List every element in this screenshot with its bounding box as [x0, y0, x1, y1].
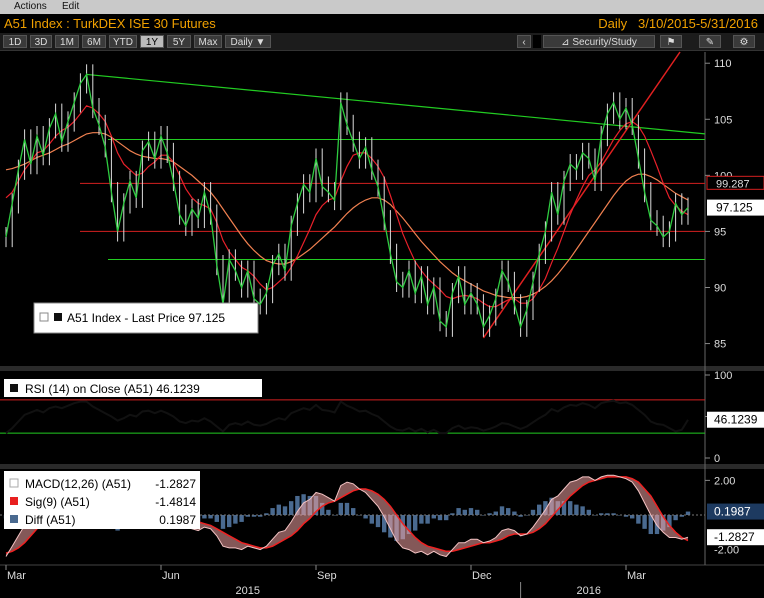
diff-legend-label: Diff (A51) [25, 513, 75, 527]
diff-bar [444, 515, 449, 521]
diff-bar [437, 515, 443, 521]
x-tick-label: Dec [472, 570, 492, 582]
diff-bar [413, 515, 418, 531]
diff-bar [326, 509, 331, 515]
diff-bar [530, 509, 536, 515]
marker-label: 99.287 [716, 178, 750, 190]
panel-separator[interactable] [0, 464, 764, 469]
diff-bar [270, 508, 275, 515]
y-tick-label: 0 [714, 453, 720, 465]
diff-bar [208, 515, 213, 519]
diff-bar [338, 502, 343, 515]
diff-bar [642, 515, 647, 529]
diff-bar [282, 506, 288, 515]
y-tick-label: 95 [714, 226, 726, 238]
diff-bar [574, 504, 579, 515]
diff-bar [468, 508, 474, 515]
diff-bar [580, 506, 585, 515]
diff-bar [512, 511, 517, 515]
macd-legend-label: MACD(12,26) (A51) [25, 477, 131, 491]
diff-bar [568, 501, 573, 515]
y-tick-label: 110 [714, 58, 732, 70]
rsi-line [5, 399, 689, 435]
diff-bar [586, 509, 591, 515]
y-tick-label: 85 [714, 339, 726, 351]
price-legend-text: A51 Index - Last Price 97.125 [67, 311, 225, 325]
diff-bar [233, 515, 238, 524]
diff-bar [369, 515, 374, 524]
last-price-label: 97.125 [716, 201, 753, 215]
macd-legend: MACD(12,26) (A51) -1.2827 Sig(9) (A51) -… [4, 471, 200, 529]
diff-bar [344, 502, 350, 515]
y-tick-label: 2.00 [714, 475, 735, 487]
diff-bar [351, 508, 356, 515]
diff-bar [375, 515, 381, 528]
legend-swatch [9, 478, 19, 488]
rsi-value-label: 46.1239 [714, 413, 758, 427]
x-year-label: 2015 [236, 585, 260, 597]
diff-bar [506, 508, 511, 515]
diff-bar [475, 509, 480, 515]
diff-bar [537, 504, 542, 515]
rsi-legend-text: RSI (14) on Close (A51) 46.1239 [25, 382, 200, 396]
diff-bar [363, 515, 368, 519]
x-tick-label: Mar [627, 570, 646, 582]
macd-legend-value: -1.2827 [155, 477, 196, 491]
diff-bar [456, 508, 461, 515]
diff-bar [220, 515, 226, 529]
diff-bar [276, 504, 281, 515]
diff-bar [630, 515, 635, 519]
diff-bar [214, 515, 219, 522]
legend-swatch [10, 515, 18, 523]
sig-legend-label: Sig(9) (A51) [25, 495, 90, 509]
y-tick-label: 105 [714, 114, 732, 126]
x-tick-label: Mar [7, 570, 26, 582]
diff-bar [202, 515, 207, 519]
diff-bar [227, 515, 232, 528]
macd-value-label: -1.2827 [714, 530, 755, 544]
diff-bar [289, 501, 294, 515]
diff-bar [636, 515, 641, 524]
sig-legend-value: -1.4814 [155, 495, 196, 509]
y-tick-label: 90 [714, 283, 726, 295]
diff-bar [685, 511, 691, 515]
diff-bar [673, 515, 678, 521]
legend-swatch [10, 497, 18, 505]
rsi-legend: RSI (14) on Close (A51) 46.1239 [4, 379, 262, 397]
legend-swatch [10, 384, 18, 392]
x-year-label: 2016 [577, 585, 601, 597]
chart-canvas[interactable]: 85909510010511099.28797.125 05010046.123… [0, 0, 764, 598]
ma-slow-line [5, 132, 689, 299]
legend-swatch [54, 313, 62, 321]
diff-bar [499, 506, 505, 515]
diff-legend-value: 0.1987 [159, 513, 196, 527]
y-tick-label: 100 [714, 370, 732, 382]
diff-bar [431, 515, 436, 519]
x-tick-label: Sep [317, 570, 337, 582]
price-legend[interactable]: A51 Index - Last Price 97.125 [33, 302, 259, 334]
diff-value-label: 0.1987 [714, 505, 751, 519]
diff-bar [462, 509, 467, 515]
diff-bar [493, 511, 498, 515]
y-tick-label: -2.00 [714, 545, 739, 557]
x-tick-label: Jun [162, 570, 180, 582]
diff-bar [419, 515, 424, 524]
diff-bar [239, 515, 244, 522]
panel-separator[interactable] [0, 366, 764, 371]
diff-bar [425, 515, 430, 524]
x-axis: Mar Jun Sep Dec Mar 2015 2016 [5, 565, 646, 598]
